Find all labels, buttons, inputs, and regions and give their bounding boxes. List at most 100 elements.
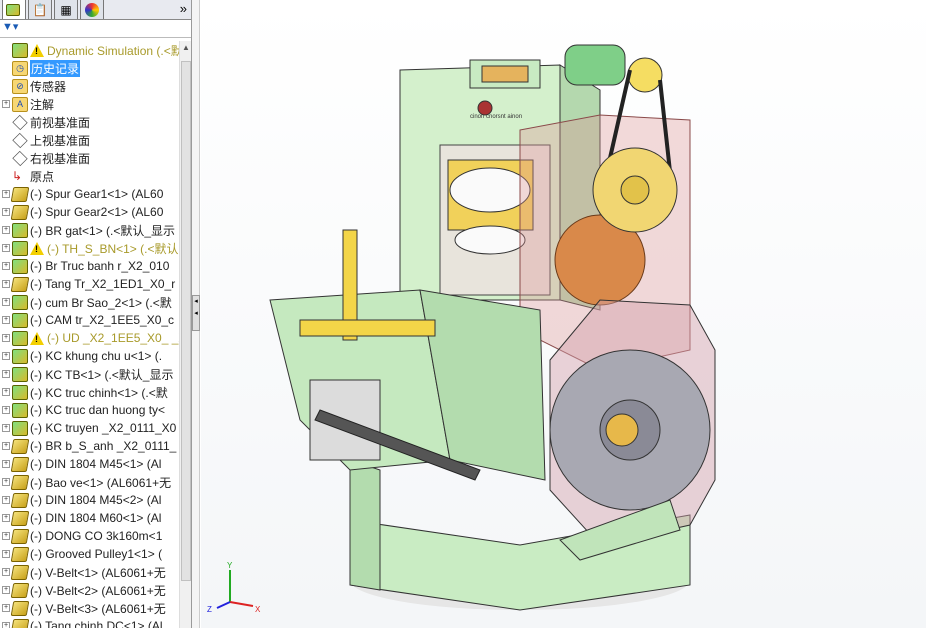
more-tabs-button[interactable]: » (180, 1, 187, 16)
plane-icon (12, 132, 28, 148)
tree-item[interactable]: + (-) Bao ve<1> (AL6061+无 (0, 473, 180, 491)
feature-tree: Dynamic Simulation (.<默◷历史记录⊘传感器+A注解前视基准… (0, 41, 180, 628)
configuration-icon: ▦ (60, 2, 72, 17)
warning-icon (30, 331, 44, 345)
expand-icon[interactable]: + (2, 568, 10, 576)
expand-icon[interactable]: + (2, 316, 10, 324)
tree-item[interactable]: + (-) TH_S_BN<1> (.<默认 (0, 239, 180, 257)
expand-icon[interactable]: + (2, 190, 10, 198)
asm-icon (12, 348, 28, 364)
part-icon (10, 618, 30, 628)
tree-item[interactable]: + (-) CAM tr_X2_1EE5_X0_c (0, 311, 180, 329)
expand-icon[interactable]: + (2, 442, 10, 450)
tree-item[interactable]: + (-) V-Belt<3> (AL6061+无 (0, 599, 180, 617)
expand-icon[interactable]: + (2, 244, 10, 252)
funnel-icon: ▼▾ (2, 21, 19, 33)
expand-icon[interactable]: + (2, 298, 10, 306)
tree-item[interactable]: + (-) BR gat<1> (.<默认_显示 (0, 221, 180, 239)
expand-icon[interactable]: + (2, 532, 10, 540)
tab-display-manager[interactable] (80, 0, 104, 19)
tree-item[interactable]: + (-) DIN 1804 M45<1> (Al (0, 455, 180, 473)
expand-icon[interactable]: + (2, 334, 10, 342)
expand-icon[interactable]: + (2, 226, 10, 234)
tree-scrollbar[interactable]: ▲ (179, 41, 191, 628)
part-icon (10, 204, 30, 220)
expand-icon[interactable]: + (2, 352, 10, 360)
tree-item[interactable]: ⊘ 传感器 (0, 77, 180, 95)
tree-item[interactable]: + A 注解 (0, 95, 180, 113)
tree-item[interactable]: ↳ 原点 (0, 167, 180, 185)
tree-item[interactable]: + (-) DONG CO 3k160m<1 (0, 527, 180, 545)
panel-tabs: 📋 ▦ » (0, 0, 191, 20)
asm-icon (12, 312, 28, 328)
expand-icon[interactable]: + (2, 262, 10, 270)
expand-icon[interactable]: + (2, 622, 10, 628)
tree-item-label: (-) CAM tr_X2_1EE5_X0_c (30, 313, 175, 327)
expand-icon[interactable]: + (2, 406, 10, 414)
tree-item[interactable]: + (-) DIN 1804 M45<2> (Al (0, 491, 180, 509)
tree-item[interactable]: 上视基准面 (0, 131, 180, 149)
tree-item[interactable]: + (-) UD _X2_1EE5_X0_ _X (0, 329, 180, 347)
expand-icon[interactable]: + (2, 604, 10, 612)
tree-item[interactable]: + (-) KC khung chu u<1> (. (0, 347, 180, 365)
tree-item[interactable]: + (-) Spur Gear1<1> (AL60 (0, 185, 180, 203)
asm-icon (12, 384, 28, 400)
part-icon (10, 582, 30, 598)
expand-icon[interactable]: + (2, 280, 10, 288)
tree-item[interactable]: + (-) Tang Tr_X2_1ED1_X0_r (0, 275, 180, 293)
tree-item[interactable]: + (-) Br Truc banh r_X2_010 (0, 257, 180, 275)
expand-icon[interactable]: + (2, 370, 10, 378)
tab-property-manager[interactable]: 📋 (28, 0, 52, 19)
tree-item-label: (-) KC khung chu u<1> (. (30, 349, 163, 363)
expand-icon[interactable]: + (2, 550, 10, 558)
tree-item[interactable]: + (-) KC truc chinh<1> (.<默 (0, 383, 180, 401)
tree-item[interactable]: + (-) Grooved Pulley1<1> ( (0, 545, 180, 563)
tab-feature-manager[interactable] (2, 0, 26, 19)
expand-icon[interactable]: + (2, 496, 10, 504)
expand-icon[interactable]: + (2, 514, 10, 522)
asm-icon (12, 366, 28, 382)
part-icon (10, 474, 30, 490)
tree-item[interactable]: ◷ 历史记录 (0, 59, 180, 77)
part-icon (10, 276, 30, 292)
tab-configuration-manager[interactable]: ▦ (54, 0, 78, 19)
tree-item[interactable]: + (-) V-Belt<2> (AL6061+无 (0, 581, 180, 599)
tree-item[interactable]: 前视基准面 (0, 113, 180, 131)
history-icon: ◷ (12, 60, 28, 76)
machine-model: cinon cnorsnt ainon (269, 44, 716, 611)
tree-item-label: 右视基准面 (30, 151, 91, 166)
expand-icon[interactable]: + (2, 388, 10, 396)
tree-item[interactable]: + (-) BR b_S_anh _X2_0111_ (0, 437, 180, 455)
filter-bar[interactable]: ▼▾ (0, 20, 191, 38)
expand-icon[interactable]: + (2, 460, 10, 468)
expand-icon[interactable]: + (2, 478, 10, 486)
part-icon (10, 186, 30, 202)
tree-item-label: (-) BR b_S_anh _X2_0111_ (30, 439, 177, 453)
expand-icon[interactable]: + (2, 100, 10, 108)
tree-item[interactable]: + (-) DIN 1804 M60<1> (Al (0, 509, 180, 527)
plane-icon (12, 150, 28, 166)
tree-item-label: (-) BR gat<1> (.<默认_显示 (30, 223, 176, 238)
tree-item-label: (-) UD _X2_1EE5_X0_ _X (47, 331, 180, 345)
warning-icon (30, 241, 44, 255)
tree-item[interactable]: 右视基准面 (0, 149, 180, 167)
graphics-viewport[interactable]: cinon cnorsnt ainon (201, 0, 926, 628)
tree-item[interactable]: + (-) KC truyen _X2_0111_X0 (0, 419, 180, 437)
scroll-up-icon[interactable]: ▲ (182, 43, 190, 52)
tree-item[interactable]: + (-) Spur Gear2<1> (AL60 (0, 203, 180, 221)
tree-item-label: Dynamic Simulation (.<默 (47, 43, 180, 58)
tree-item[interactable]: + (-) Tang chinh DC<1> (Al (0, 617, 180, 628)
collapse-panel-handle[interactable]: ◂ ◂ (192, 295, 200, 331)
expand-icon[interactable]: + (2, 586, 10, 594)
tree-item[interactable]: + (-) cum Br Sao_2<1> (.<默 (0, 293, 180, 311)
asm-icon (12, 240, 28, 256)
tree-item[interactable]: + (-) V-Belt<1> (AL6061+无 (0, 563, 180, 581)
tree-item[interactable]: + (-) KC truc dan huong ty< (0, 401, 180, 419)
panel-splitter[interactable]: ◂ ◂ (192, 0, 200, 628)
expand-icon[interactable]: + (2, 424, 10, 432)
tree-item[interactable]: Dynamic Simulation (.<默 (0, 41, 180, 59)
expand-icon[interactable]: + (2, 208, 10, 216)
tree-item[interactable]: + (-) KC TB<1> (.<默认_显示 (0, 365, 180, 383)
scrollbar-thumb[interactable] (181, 61, 191, 581)
asm-icon (12, 294, 28, 310)
